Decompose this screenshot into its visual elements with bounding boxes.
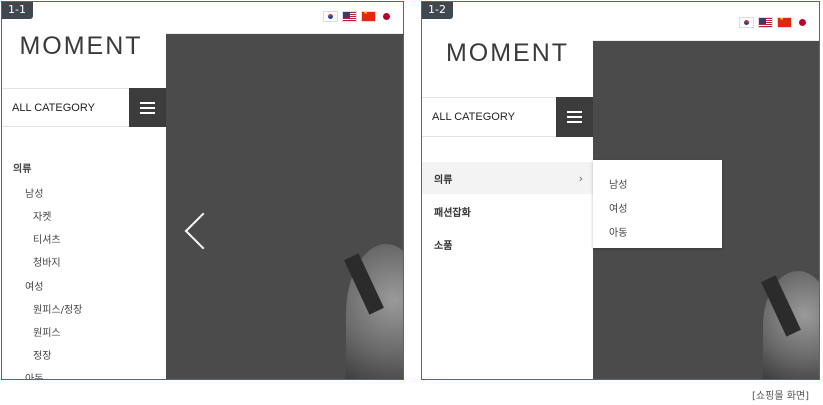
usa-flag-icon[interactable]	[342, 11, 357, 22]
china-flag-icon[interactable]	[361, 11, 376, 22]
category-bar: ALL CATEGORY	[2, 88, 166, 127]
all-category-label: ALL CATEGORY	[432, 111, 515, 123]
hamburger-menu-button[interactable]	[556, 97, 593, 137]
panel-badge: 1-1	[2, 2, 33, 19]
screenshot-panel-2: 1-2 MOMENT ALL CATEGORY 의류 › 패션잡화 소	[421, 1, 820, 380]
category-jacket[interactable]: 자켓	[33, 208, 51, 223]
panel-badge: 1-2	[422, 2, 453, 19]
category-suit[interactable]: 정장	[33, 347, 51, 362]
submenu-item-kids[interactable]: 아동	[609, 224, 627, 239]
menu-item-label: 소품	[434, 240, 453, 252]
screenshot-panel-1: 1-1 MOMENT ALL CATEGORY 의류 남성 자켓 티셔츠 청바지…	[1, 1, 404, 380]
chevron-left-icon[interactable]	[184, 212, 222, 250]
category-men[interactable]: 남성	[25, 185, 43, 200]
language-flags	[323, 11, 393, 22]
menu-item-clothing[interactable]: 의류 ›	[422, 162, 593, 194]
china-flag-icon[interactable]	[777, 17, 792, 28]
chevron-right-icon: ›	[578, 171, 583, 185]
category-dress[interactable]: 원피스	[33, 324, 61, 339]
hamburger-menu-button[interactable]	[129, 88, 166, 127]
sidebar: MOMENT ALL CATEGORY 의류 › 패션잡화 소품	[422, 2, 593, 379]
category-dress-suit[interactable]: 원피스/정장	[33, 301, 82, 316]
site-logo[interactable]: MOMENT	[2, 32, 166, 61]
all-category-label: ALL CATEGORY	[12, 101, 95, 114]
menu-item-label: 의류	[434, 174, 453, 186]
category-women[interactable]: 여성	[25, 278, 43, 293]
japan-flag-icon[interactable]	[796, 17, 809, 28]
submenu-item-women[interactable]: 여성	[609, 200, 627, 215]
menu-item-label: 패션잡화	[434, 207, 471, 219]
menu-item-fashion-accessories[interactable]: 패션잡화	[422, 195, 593, 227]
sidebar: MOMENT ALL CATEGORY 의류 남성 자켓 티셔츠 청바지 여성 …	[2, 2, 166, 379]
category-jeans[interactable]: 청바지	[33, 254, 61, 269]
language-flags	[739, 17, 809, 28]
clothing-submenu: 남성 여성 아동	[593, 160, 722, 248]
japan-flag-icon[interactable]	[380, 11, 393, 22]
submenu-item-men[interactable]: 남성	[609, 176, 627, 191]
menu-item-props[interactable]: 소품	[422, 228, 593, 260]
hamburger-icon	[567, 116, 582, 118]
usa-flag-icon[interactable]	[758, 17, 773, 28]
figure-caption: [쇼핑몰 화면]	[752, 391, 809, 402]
category-kids[interactable]: 아동	[25, 370, 43, 379]
korea-flag-icon[interactable]	[739, 17, 754, 28]
category-bar: ALL CATEGORY	[422, 97, 593, 137]
category-clothing[interactable]: 의류	[13, 160, 31, 175]
hero-banner	[166, 34, 403, 379]
hamburger-icon	[140, 106, 155, 109]
site-logo[interactable]: MOMENT	[422, 39, 593, 68]
category-tshirt[interactable]: 티셔츠	[33, 231, 61, 246]
top-header	[593, 2, 819, 41]
korea-flag-icon[interactable]	[323, 11, 338, 22]
top-header	[166, 2, 403, 34]
